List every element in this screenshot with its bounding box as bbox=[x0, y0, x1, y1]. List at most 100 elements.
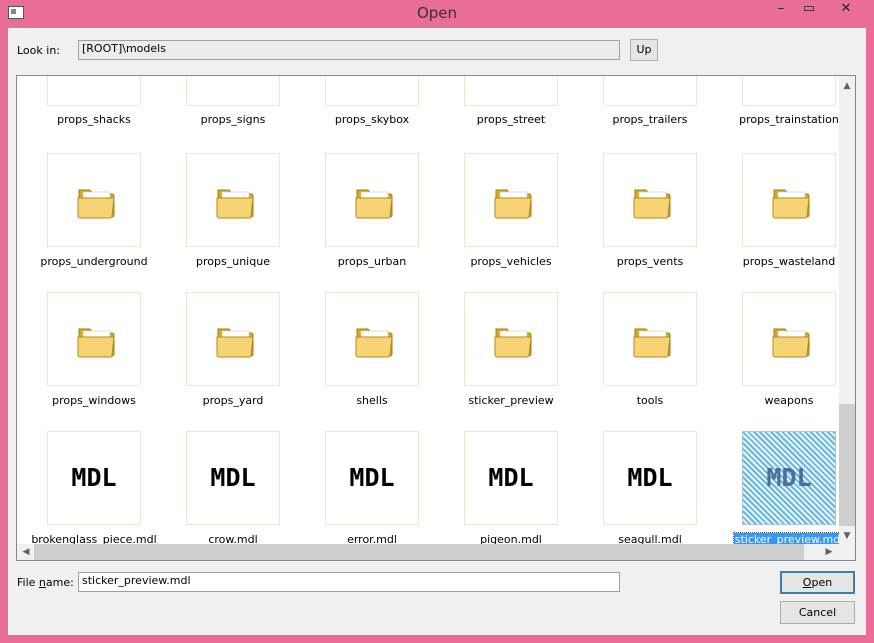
file-name-input[interactable]: sticker_preview.mdl bbox=[78, 572, 620, 592]
folder-thumbnail bbox=[603, 76, 697, 106]
folder-thumbnail bbox=[325, 292, 419, 386]
item-label: seagull.mdl bbox=[580, 533, 720, 544]
folder-icon bbox=[771, 322, 811, 361]
folder-icon bbox=[77, 328, 115, 358]
item-label-text: seagull.mdl bbox=[618, 533, 682, 544]
vertical-scroll-thumb[interactable] bbox=[839, 404, 855, 526]
folder-thumbnail bbox=[186, 292, 280, 386]
item-label-text: props_signs bbox=[200, 113, 266, 126]
folder-thumbnail bbox=[464, 153, 558, 247]
folder-item[interactable]: props_vehicles bbox=[443, 149, 577, 285]
cancel-button[interactable]: Cancel bbox=[780, 601, 855, 624]
folder-item[interactable]: props_urban bbox=[304, 149, 438, 285]
folder-thumbnail bbox=[325, 153, 419, 247]
vertical-scrollbar[interactable]: ▲ ▼ bbox=[839, 76, 855, 544]
folder-icon bbox=[494, 328, 532, 358]
open-dialog: Open – ▭ ✕ Look in: [ROOT]\models Up pro… bbox=[0, 0, 874, 643]
file-name-label-post: ame: bbox=[45, 576, 74, 589]
item-label-text: props_underground bbox=[40, 255, 148, 268]
scroll-corner bbox=[839, 544, 855, 560]
item-label: brokenglass_piece.mdl bbox=[24, 533, 164, 544]
item-label-text: props_unique bbox=[196, 255, 270, 268]
scroll-left-arrow-icon[interactable]: ◀ bbox=[18, 544, 34, 560]
item-label-text: tools bbox=[636, 394, 664, 407]
item-label: props_signs bbox=[163, 113, 303, 126]
scroll-right-arrow-icon[interactable]: ▶ bbox=[821, 544, 837, 560]
file-browser-view[interactable]: props_shacks props_signs props_skybox props… bbox=[16, 75, 856, 561]
folder-icon bbox=[77, 189, 115, 219]
minimize-icon[interactable]: – bbox=[767, 0, 795, 20]
item-label: sticker_preview.mdl bbox=[719, 532, 839, 544]
folder-icon bbox=[633, 328, 671, 358]
item-label-text: props_yard bbox=[202, 394, 264, 407]
maximize-icon[interactable]: ▭ bbox=[795, 0, 823, 20]
mdl-thumbnail-icon: MDL bbox=[603, 431, 697, 525]
scroll-down-arrow-icon[interactable]: ▼ bbox=[839, 528, 855, 544]
mdl-thumbnail-icon: MDL bbox=[47, 431, 141, 525]
look-in-path-field[interactable]: [ROOT]\models bbox=[78, 40, 620, 60]
folder-thumbnail bbox=[47, 153, 141, 247]
item-label: props_skybox bbox=[302, 113, 442, 126]
folder-icon bbox=[76, 322, 116, 361]
folder-icon bbox=[772, 328, 810, 358]
folder-thumbnail bbox=[742, 76, 836, 106]
file-item[interactable]: MDL brokenglass_piece.mdl bbox=[26, 427, 160, 544]
folder-item[interactable]: props_unique bbox=[165, 149, 299, 285]
folder-thumbnail bbox=[186, 76, 280, 106]
folder-item[interactable]: props_wasteland bbox=[721, 149, 839, 285]
item-label: sticker_preview bbox=[441, 394, 581, 407]
item-label: props_street bbox=[441, 113, 581, 126]
folder-item[interactable]: props_vents bbox=[582, 149, 716, 285]
file-item[interactable]: MDL sticker_preview.mdl bbox=[721, 427, 839, 544]
horizontal-scrollbar[interactable]: ◀ ▶ bbox=[17, 544, 839, 560]
file-item[interactable]: MDL seagull.mdl bbox=[582, 427, 716, 544]
folder-icon bbox=[215, 322, 255, 361]
item-label: props_trainstation bbox=[719, 113, 839, 126]
folder-thumbnail bbox=[742, 292, 836, 386]
folder-item[interactable]: props_yard bbox=[165, 288, 299, 424]
folder-thumbnail bbox=[603, 292, 697, 386]
item-label-text: props_vents bbox=[616, 255, 684, 268]
file-grid: props_shacks props_signs props_skybox props… bbox=[17, 76, 839, 544]
folder-item[interactable]: props_windows bbox=[26, 288, 160, 424]
folder-thumbnail bbox=[742, 153, 836, 247]
dialog-body: Look in: [ROOT]\models Up props_shacks pr… bbox=[8, 28, 866, 635]
folder-icon bbox=[494, 189, 532, 219]
close-icon[interactable]: ✕ bbox=[823, 0, 869, 20]
item-label: error.mdl bbox=[302, 533, 442, 544]
horizontal-scroll-thumb[interactable] bbox=[34, 544, 804, 560]
scroll-up-arrow-icon[interactable]: ▲ bbox=[839, 78, 855, 94]
folder-item[interactable]: shells bbox=[304, 288, 438, 424]
item-label: props_trailers bbox=[580, 113, 720, 126]
file-item[interactable]: MDL pigeon.mdl bbox=[443, 427, 577, 544]
file-item[interactable]: MDL error.mdl bbox=[304, 427, 438, 544]
item-label-text: pigeon.mdl bbox=[480, 533, 542, 544]
mdl-thumbnail-icon: MDL bbox=[742, 431, 836, 525]
item-label: props_yard bbox=[163, 394, 303, 407]
open-button[interactable]: Open bbox=[780, 571, 855, 594]
folder-thumbnail bbox=[603, 153, 697, 247]
folder-thumbnail bbox=[325, 76, 419, 106]
file-item[interactable]: MDL crow.mdl bbox=[165, 427, 299, 544]
file-name-label: File name: bbox=[17, 576, 74, 589]
item-label-text: sticker_preview.mdl bbox=[732, 532, 839, 544]
item-label-text: props_skybox bbox=[334, 113, 410, 126]
item-label-text: sticker_preview bbox=[468, 394, 554, 407]
folder-item[interactable]: tools bbox=[582, 288, 716, 424]
folder-thumbnail bbox=[464, 76, 558, 106]
up-button[interactable]: Up bbox=[630, 39, 658, 61]
folder-icon bbox=[633, 189, 671, 219]
item-label-text: props_trainstation bbox=[739, 113, 839, 126]
folder-item[interactable]: props_underground bbox=[26, 149, 160, 285]
item-label-text: props_windows bbox=[52, 394, 136, 407]
item-label: props_wasteland bbox=[719, 255, 839, 268]
folder-item[interactable]: weapons bbox=[721, 288, 839, 424]
item-label-text: props_street bbox=[476, 113, 546, 126]
folder-icon bbox=[216, 189, 254, 219]
item-label: props_unique bbox=[163, 255, 303, 268]
item-label: crow.mdl bbox=[163, 533, 303, 544]
folder-item[interactable]: sticker_preview bbox=[443, 288, 577, 424]
item-label-text: crow.mdl bbox=[208, 533, 258, 544]
item-label-text: error.mdl bbox=[347, 533, 397, 544]
title-bar[interactable]: Open – ▭ ✕ bbox=[0, 0, 874, 28]
